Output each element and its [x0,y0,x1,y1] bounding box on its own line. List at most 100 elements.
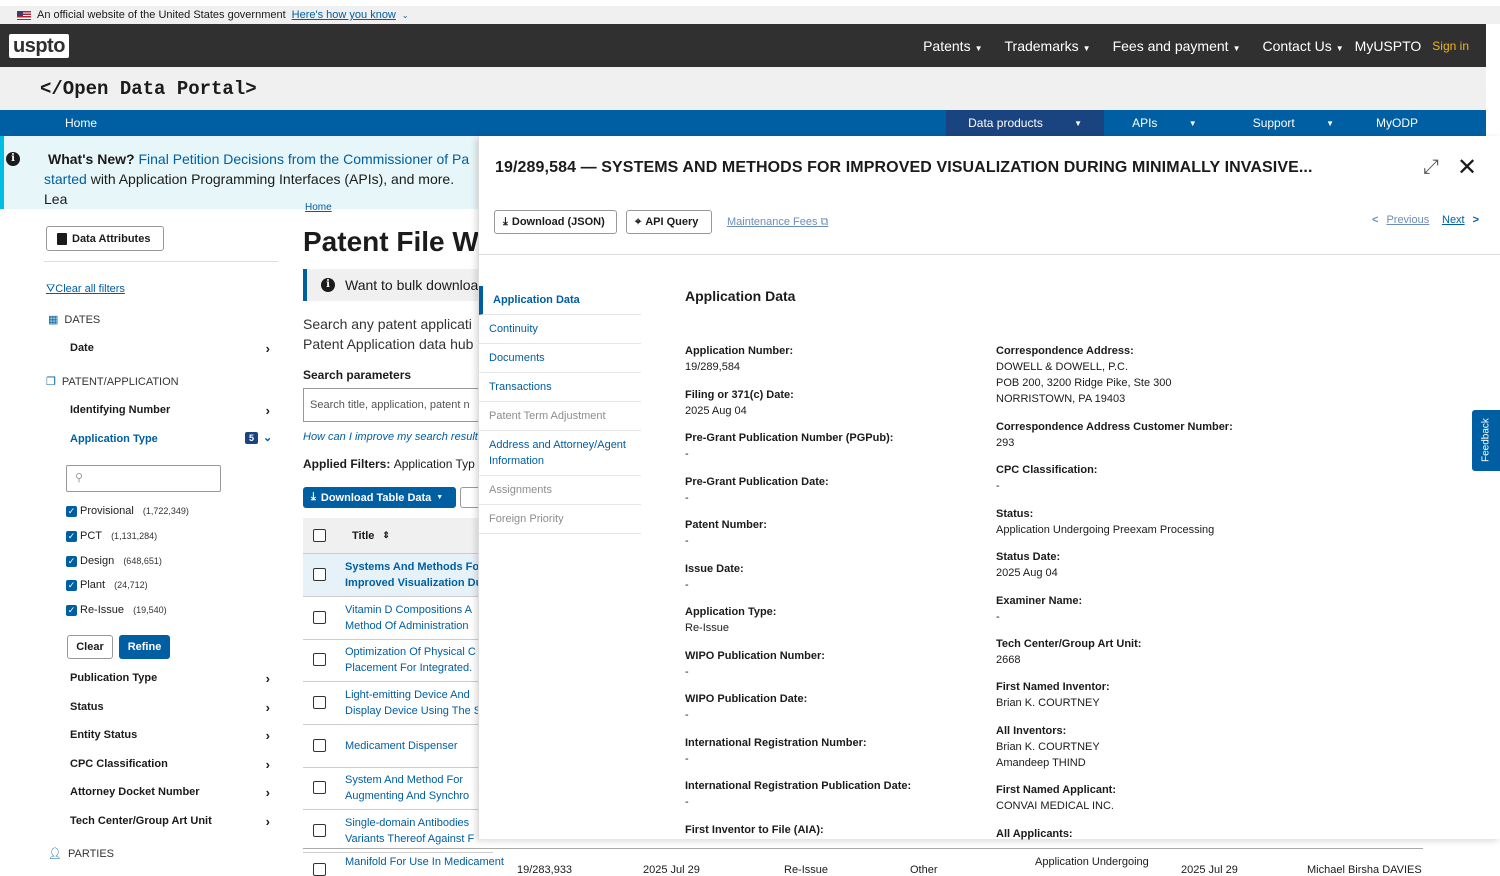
nav-contact[interactable]: Contact Us ▼ [1251,38,1343,54]
clear-button[interactable]: Clear [67,635,113,659]
row-checkbox[interactable] [313,781,326,794]
expand-icon[interactable]: ⤢ [1423,156,1439,179]
detail-nav-item[interactable]: Application Data [479,286,641,315]
field-value: Re-Issue [685,622,730,634]
detail-nav-item[interactable]: Address and Attorney/Agent Information [479,431,641,476]
filter-cpc-classification[interactable]: CPC Classification › [70,757,278,772]
row-title-link[interactable]: Vitamin D Compositions A Method Of Admini… [345,602,472,634]
filter-entity-status[interactable]: Entity Status › [70,728,278,743]
search-desc-line: Search any patent applicati [303,316,472,332]
filter-date[interactable]: Date › [70,341,278,356]
field-value: - [685,578,689,591]
row-checkbox[interactable] [313,568,326,581]
nav-support[interactable]: Support ▼ [1225,110,1362,136]
nav-apis[interactable]: APIs ▼ [1104,110,1225,136]
chevron-right-icon: › [265,341,270,356]
document-icon [57,232,67,245]
improve-search-link[interactable]: How can I improve my search results [303,431,483,443]
checkbox-count: (19,540) [133,605,167,615]
row-checkbox[interactable] [313,611,326,624]
data-attributes-button[interactable]: Data Attributes [46,226,164,251]
row-checkbox[interactable] [313,653,326,666]
checkbox-design[interactable]: ✓ Design (648,651) [66,555,162,567]
detail-nav-item[interactable]: Transactions [479,373,641,402]
chevron-down-icon: ⌄ [263,432,273,444]
close-icon[interactable]: ✕ [1457,153,1477,182]
row-title-line: Placement For Integrated. [345,662,473,674]
detail-title: 19/289,584 — SYSTEMS AND METHODS FOR IMP… [495,159,1313,176]
detail-field: Correspondence Address: DOWELL & DOWELL, … [996,343,1172,407]
nav-patents[interactable]: Patents ▼ [912,38,982,54]
row-title-link[interactable]: Single-domain Antibodies Variants Thereof… [345,815,474,847]
whats-new-label: What's New? [48,151,135,167]
detail-field: All Applicants: [996,826,1073,842]
sign-in-link[interactable]: Sign in [1432,39,1469,53]
field-label: International Registration Number: [685,736,867,749]
field-value: 2025 Aug 04 [996,567,1058,579]
previous-link[interactable]: < Previous [1372,214,1429,226]
filter-identifying-number[interactable]: Identifying Number › [70,403,278,418]
detail-nav-item[interactable]: Documents [479,344,641,373]
whats-new-banner: i What's New? Final Petition Decisions f… [0,136,480,209]
divider [479,254,1500,255]
filter-status[interactable]: Status › [70,700,278,715]
breadcrumb[interactable]: Home [305,202,332,213]
nav-myuspto[interactable]: MyUSPTO [1355,38,1422,54]
uspto-logo[interactable]: uspto [9,33,69,58]
whats-new-link[interactable]: Final Petition Decisions from the Commis… [138,151,469,167]
row-status: Application Undergoing [1035,856,1149,868]
next-link[interactable]: Next > [1442,214,1479,226]
row-checkbox[interactable] [313,824,326,837]
detail-nav-item[interactable]: Continuity [479,315,641,344]
row-checkbox[interactable] [313,696,326,709]
row-title-link[interactable]: Systems And Methods Fo Improved Visualiza… [345,559,482,591]
field-value: 2668 [996,654,1021,666]
sort-icon[interactable]: ⇕ [382,530,390,541]
filter-publication-type[interactable]: Publication Type › [70,671,278,686]
row-title-link[interactable]: Optimization Of Physical C Placement For … [345,644,476,676]
download-json-button[interactable]: ⤓ Download (JSON) [494,210,617,234]
row-title-link[interactable]: Light-emitting Device And Display Device … [345,687,481,719]
nav-home[interactable]: Home [65,116,97,130]
nav-label: Patents [923,37,971,54]
checkbox-provisional[interactable]: ✓ Provisional (1,722,349) [66,505,189,517]
filter-application-type[interactable]: Application Type 5 ⌄ [70,432,278,445]
nav-myodp[interactable]: MyODP [1362,110,1432,136]
portal-title[interactable]: </Open Data Portal> [0,67,1486,110]
row-checkbox[interactable] [313,739,326,752]
filter-tech-center[interactable]: Tech Center/Group Art Unit › [70,814,278,829]
row-title-link[interactable]: Manifold For Use In Medicament [345,856,504,868]
filter-attorney-docket[interactable]: Attorney Docket Number › [70,785,278,800]
maintenance-fees-link[interactable]: Maintenance Fees ⧉ [727,216,828,229]
external-link-icon: ⧉ [820,216,829,228]
checkbox-reissue[interactable]: ✓ Re-Issue (19,540) [66,604,167,616]
checkbox-plant[interactable]: ✓ Plant (24,712) [66,579,148,591]
nav-trademarks[interactable]: Trademarks ▼ [994,38,1091,54]
field-label: Filing or 371(c) Date: [685,388,794,401]
divider [303,848,1423,849]
download-table-button[interactable]: ⤓ Download Table Data ▼ [303,487,456,508]
app-type-search-input[interactable]: ⚲ [66,465,221,492]
refine-button[interactable]: Refine [119,635,170,659]
row-checkbox[interactable] [313,863,326,876]
get-started-link[interactable]: started [44,171,87,187]
feedback-tab[interactable]: Feedback [1472,410,1500,471]
nav-fees[interactable]: Fees and payment ▼ [1102,38,1241,54]
api-query-button[interactable]: ⌖ API Query [626,210,712,234]
select-all-checkbox[interactable] [313,529,326,542]
clear-all-filters-link[interactable]: ⛛Clear all filters [46,283,125,296]
how-you-know-link[interactable]: Here's how you know [292,9,396,21]
row-title-link[interactable]: Medicament Dispenser [345,738,458,754]
row-title-link[interactable]: System And Method For Augmenting And Sync… [345,772,469,804]
search-description: Search any patent applicati Patent Applic… [303,314,473,354]
download-table-label: Download Table Data [320,491,432,504]
detail-field: Issue Date: - [685,561,744,593]
applied-filters-label: Applied Filters: [303,457,391,471]
field-value: - [685,665,689,678]
checkbox-pct[interactable]: ✓ PCT (1,131,284) [66,530,157,542]
chevron-right-icon: › [265,700,270,715]
nav-data-products[interactable]: Data products ▼ [946,110,1105,136]
column-title[interactable]: Title [352,530,374,542]
row-title-line: Augmenting And Synchro [345,790,470,802]
search-input[interactable]: Search title, application, patent n [303,388,493,422]
